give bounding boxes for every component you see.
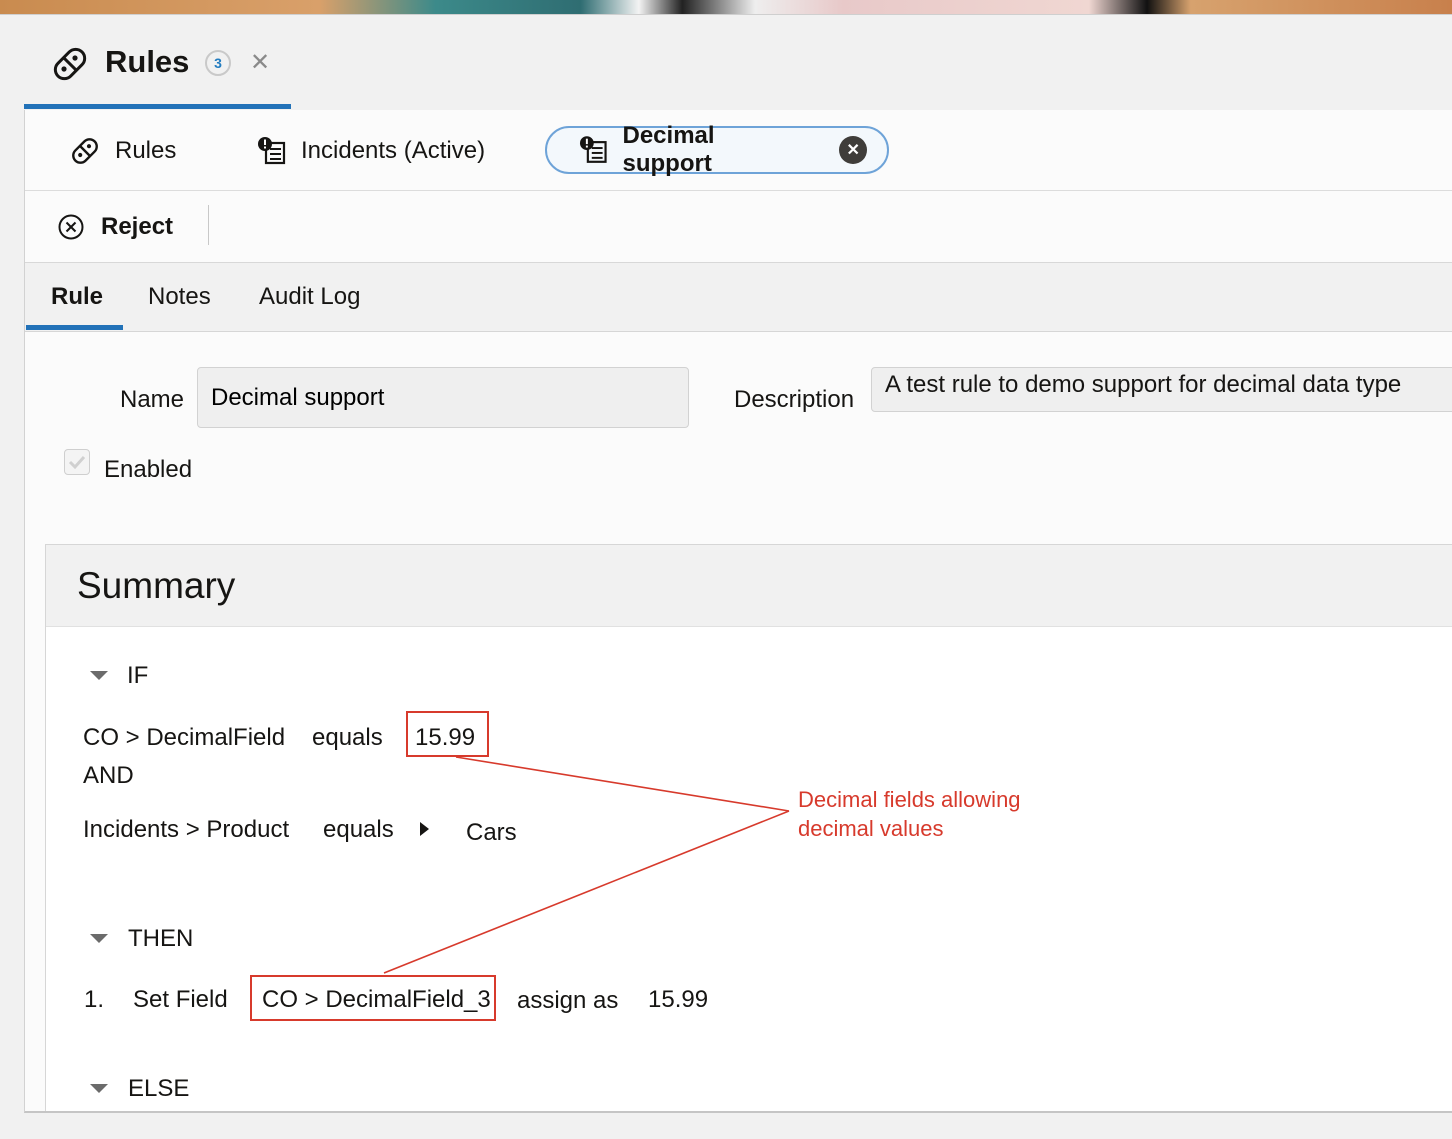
reject-button[interactable]: Reject bbox=[57, 213, 173, 241]
then-collapse-icon[interactable] bbox=[90, 934, 108, 943]
highlight-box bbox=[250, 975, 496, 1021]
tab-label: Incidents (Active) bbox=[301, 137, 486, 164]
and-label: AND bbox=[83, 762, 134, 789]
close-tab-icon[interactable]: ✕ bbox=[839, 136, 867, 164]
tab-label: Decimal support bbox=[622, 122, 715, 177]
subtab-audit-log[interactable]: Audit Log bbox=[259, 283, 360, 311]
cond1-operator: equals bbox=[312, 724, 383, 751]
cond2-field: Incidents > Product bbox=[83, 816, 290, 843]
reject-icon bbox=[58, 214, 84, 240]
action1-type: Set Field bbox=[133, 986, 228, 1013]
tab-rules[interactable]: Rules bbox=[69, 132, 176, 170]
cond2-operator: equals bbox=[323, 816, 394, 843]
action1-verb: assign as bbox=[517, 987, 619, 1014]
action1-index: 1. bbox=[84, 986, 105, 1013]
annotation-line-2: decimal values bbox=[798, 816, 944, 841]
close-title-icon[interactable]: ✕ bbox=[250, 50, 270, 76]
else-collapse-icon[interactable] bbox=[90, 1084, 108, 1093]
title-tab-indicator bbox=[24, 104, 291, 109]
enabled-label: Enabled bbox=[104, 456, 193, 483]
description-label: Description bbox=[734, 386, 855, 413]
rules-icon bbox=[72, 138, 98, 164]
checkmark-icon bbox=[68, 455, 86, 470]
else-label: ELSE bbox=[128, 1075, 190, 1102]
subtab-indicator bbox=[26, 325, 123, 330]
toolbar-divider bbox=[208, 205, 209, 245]
highlight-box bbox=[406, 711, 489, 757]
then-label: THEN bbox=[128, 925, 194, 952]
tab-bar: Rules Incidents (Active) Decimal support… bbox=[25, 110, 1452, 191]
annotation-line-1: Decimal fields allowing bbox=[798, 787, 1021, 812]
tab-incidents-active[interactable]: Incidents (Active) bbox=[257, 132, 485, 170]
detail-tabs: Rule Notes Audit Log bbox=[25, 263, 1452, 332]
summary-title: Summary bbox=[77, 565, 236, 606]
tab-decimal-support[interactable]: Decimal support ✕ bbox=[545, 122, 889, 177]
expand-value-icon[interactable] bbox=[420, 822, 429, 836]
name-input[interactable] bbox=[197, 367, 689, 428]
action1-value: 15.99 bbox=[648, 986, 709, 1013]
enabled-checkbox[interactable] bbox=[64, 449, 90, 475]
tab-label: Rules bbox=[115, 137, 177, 164]
summary-header: Summary bbox=[46, 545, 1452, 627]
subtab-notes[interactable]: Notes bbox=[148, 283, 211, 311]
content-panel: Rules Incidents (Active) Decimal support… bbox=[24, 110, 1452, 1113]
summary-panel: Summary IF CO > DecimalField equals 15.9… bbox=[45, 544, 1452, 1111]
reject-label: Reject bbox=[101, 213, 174, 240]
name-label: Name bbox=[120, 386, 185, 413]
annotation-text: Decimal fields allowing decimal values bbox=[798, 785, 1021, 843]
toolbar: Reject bbox=[25, 191, 1452, 263]
page-title: Rules bbox=[105, 44, 190, 79]
incident-list-icon bbox=[579, 136, 607, 163]
cond2-value: Cars bbox=[466, 819, 517, 846]
subtab-rule[interactable]: Rule bbox=[51, 283, 103, 311]
if-label: IF bbox=[127, 662, 149, 689]
rules-icon bbox=[53, 47, 87, 81]
if-collapse-icon[interactable] bbox=[90, 671, 108, 680]
cond1-field: CO > DecimalField bbox=[83, 724, 286, 751]
rules-count-badge: 3 bbox=[205, 50, 231, 76]
incident-list-icon bbox=[258, 137, 286, 165]
description-input[interactable]: A test rule to demo support for decimal … bbox=[871, 367, 1452, 412]
